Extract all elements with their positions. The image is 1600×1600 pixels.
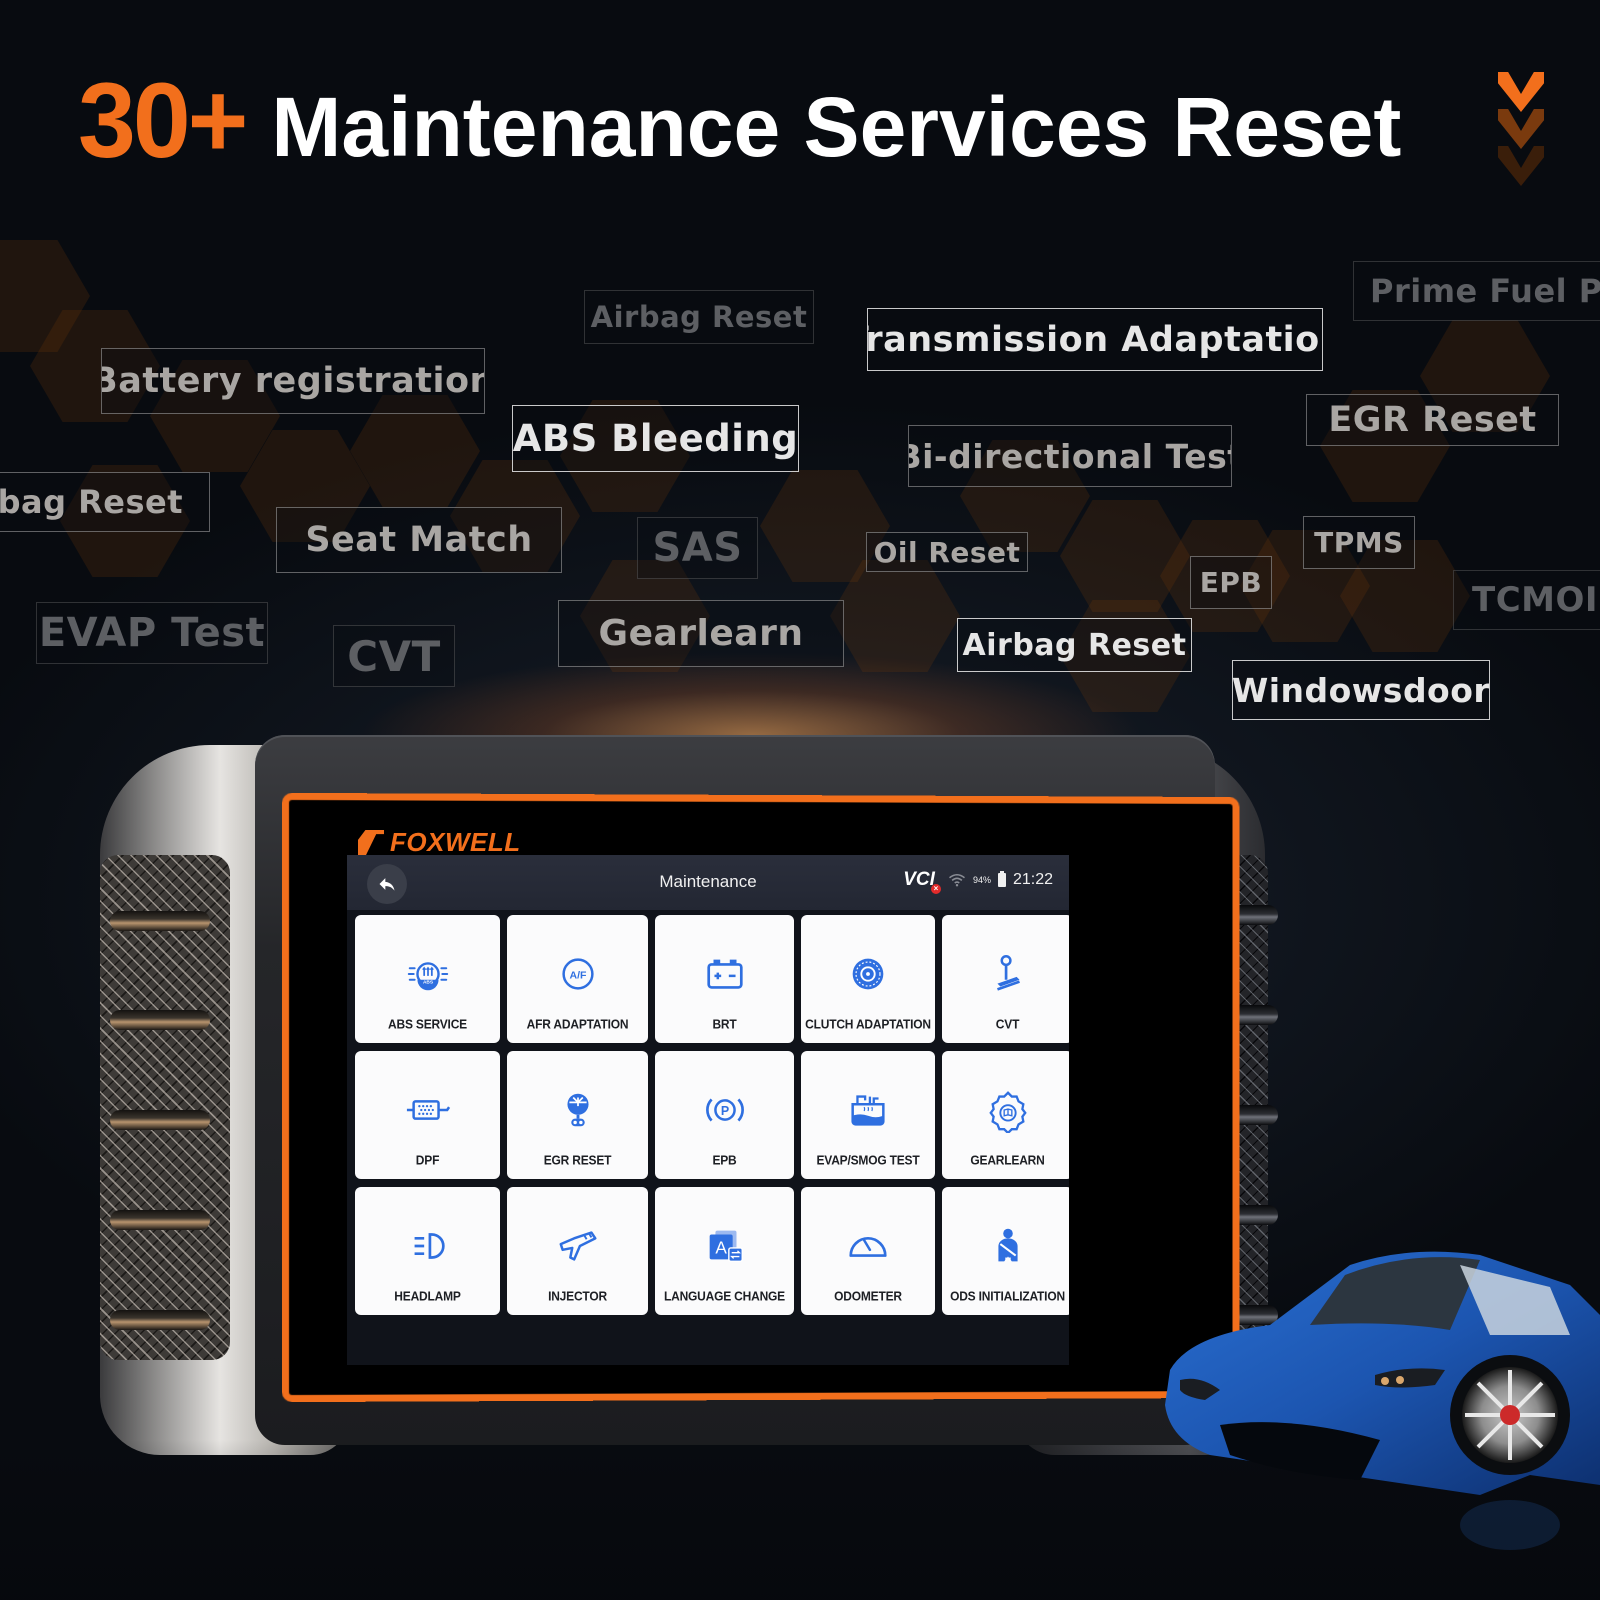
battery-percent: 94% <box>972 875 991 885</box>
battery-icon <box>706 959 743 989</box>
maintenance-grid: ABS ABS SERVICE A/F AFR ADAPTATION BRT C… <box>355 915 1069 1315</box>
hexagon-decoration <box>1060 500 1190 612</box>
clutch-disc-icon <box>852 958 884 990</box>
tile-abs-service[interactable]: ABS ABS SERVICE <box>355 915 500 1043</box>
status-bar: VCI × 94% 21:22 <box>903 869 1053 894</box>
tile-evap-smog-test[interactable]: EVAP/SMOG TEST <box>801 1051 935 1179</box>
particulate-filter-icon <box>406 1100 450 1120</box>
feature-tag: Airbag Reset <box>957 618 1192 672</box>
feature-tag: TPMS <box>1303 516 1415 569</box>
vci-disconnected-icon: × <box>930 884 941 894</box>
feature-tag: TCMOIL <box>1453 570 1600 630</box>
feature-tag: EPB <box>1190 556 1272 609</box>
feature-tag: Windowsdoor <box>1232 660 1490 720</box>
egr-valve-icon <box>566 1093 589 1127</box>
feature-tag: EVAP Test <box>36 602 268 664</box>
tile-clutch-adaptation[interactable]: CLUTCH ADAPTATION <box>801 915 935 1043</box>
brand-logo: FOXWELL <box>358 827 521 858</box>
svg-text:P: P <box>720 1104 728 1118</box>
feature-tag: Gearlearn <box>558 600 844 667</box>
brand-name: FOXWELL <box>390 827 521 857</box>
odometer-gauge-icon <box>849 1236 887 1257</box>
vci-status: VCI × <box>903 869 941 894</box>
tile-brt[interactable]: BRT <box>655 915 794 1043</box>
fuel-tank-icon <box>851 1095 885 1126</box>
tile-gearlearn[interactable]: GEARLEARN <box>942 1051 1069 1179</box>
feature-tag: SAS <box>637 517 758 579</box>
feature-tag: EGR Reset <box>1306 394 1559 446</box>
seat-occupant-icon <box>997 1228 1018 1262</box>
language-icon: A <box>709 1230 743 1263</box>
feature-tag: Battery registration <box>101 348 485 414</box>
feature-tag: Prime Fuel Pur <box>1353 261 1600 321</box>
tile-cvt[interactable]: CVT <box>942 915 1069 1043</box>
left-knurled-grip <box>100 855 230 1360</box>
app-header: Maintenance VCI × 94% 21:22 <box>347 855 1069 910</box>
feature-tag: Bi-directional Test <box>908 425 1232 487</box>
tile-headlamp[interactable]: HEADLAMP <box>355 1187 500 1315</box>
feature-tag: Airbag Reset <box>584 290 814 344</box>
injector-icon <box>559 1231 596 1261</box>
headlamp-icon <box>414 1233 445 1259</box>
battery-icon <box>997 871 1006 887</box>
page-title: 30+ Maintenance Services Reset <box>78 61 1401 180</box>
feature-tag: ABS Bleeding <box>512 405 799 472</box>
feature-tag: CVT <box>333 625 455 687</box>
foxwell-logo-icon <box>358 829 384 856</box>
parking-brake-icon: P <box>705 1098 744 1122</box>
wifi-icon <box>948 874 965 887</box>
clock: 21:22 <box>1012 871 1053 888</box>
tile-dpf[interactable]: DPF <box>355 1051 500 1179</box>
svg-text:A/F: A/F <box>569 969 587 981</box>
svg-text:A: A <box>715 1238 727 1258</box>
triple-chevron-down-icon <box>1498 72 1544 190</box>
gear-shifter-icon <box>996 955 1020 991</box>
service-count: 30+ <box>78 61 248 181</box>
title-text: Maintenance Services Reset <box>271 80 1402 174</box>
sports-car-image <box>1165 1251 1600 1550</box>
tile-ods-initialization[interactable]: ODS INITIALIZATION <box>942 1187 1069 1315</box>
feature-tag: Oil Reset <box>866 532 1028 572</box>
diagnostic-tablet: FOXWELL Maintenance VCI × 94% 21:22 ABS … <box>100 735 1278 1470</box>
tile-odometer[interactable]: ODOMETER <box>801 1187 935 1315</box>
abs-brake-icon: ABS <box>407 962 448 991</box>
svg-text:ABS: ABS <box>422 980 432 986</box>
tile-afr-adaptation[interactable]: A/F AFR ADAPTATION <box>507 915 648 1043</box>
tile-language-change[interactable]: A LANGUAGE CHANGE <box>655 1187 794 1315</box>
tile-injector[interactable]: INJECTOR <box>507 1187 648 1315</box>
air-fuel-ratio-icon: A/F <box>561 958 594 990</box>
tile-epb[interactable]: P EPB <box>655 1051 794 1179</box>
feature-tag: Seat Match <box>276 507 562 573</box>
device-screen: Maintenance VCI × 94% 21:22 ABS ABS SERV… <box>347 855 1069 1365</box>
feature-tag: Transmission Adaptation <box>867 308 1323 371</box>
product-banner: 30+ Maintenance Services Reset Airbag Re… <box>0 0 1600 1600</box>
tile-egr-reset[interactable]: EGR RESET <box>507 1051 648 1179</box>
feature-tag: irbag Reset <box>0 472 210 532</box>
gear-book-icon <box>988 1091 1027 1133</box>
